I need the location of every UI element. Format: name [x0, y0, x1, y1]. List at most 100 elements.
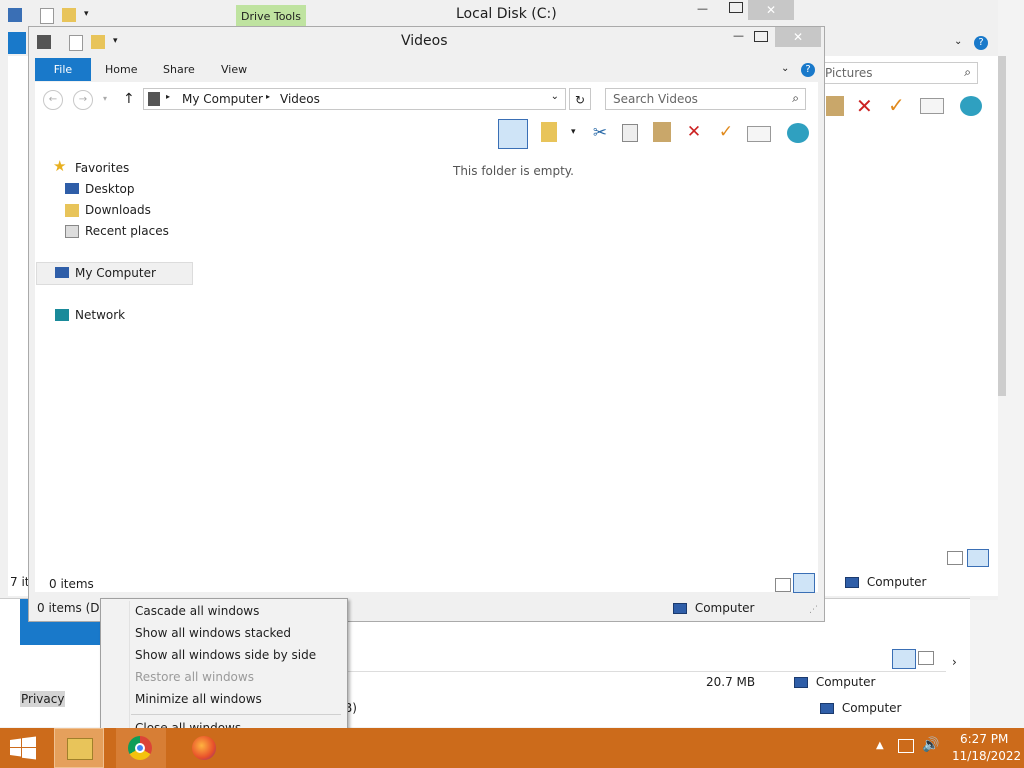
computer-icon — [845, 577, 859, 588]
search-box[interactable]: Search Videos ⌕ — [605, 88, 806, 110]
maximize-button[interactable] — [729, 2, 743, 13]
help-icon[interactable]: ? — [801, 63, 815, 77]
properties-icon[interactable] — [69, 35, 83, 51]
details-view-icon[interactable] — [947, 551, 963, 565]
breadcrumb-videos[interactable]: Videos — [280, 92, 320, 106]
search-placeholder: Pictures — [825, 66, 873, 80]
scroll-right-icon[interactable]: › — [952, 655, 957, 669]
desktop-icon — [65, 183, 79, 194]
videos-folder-icon — [148, 92, 160, 106]
status-bottom-text: 0 items (Dis — [37, 601, 110, 615]
clock-date[interactable]: 11/18/2022 — [952, 749, 1021, 763]
qa-dropdown-icon[interactable]: ▾ — [84, 9, 89, 19]
folder-options-dropdown-icon[interactable]: ▾ — [571, 127, 576, 137]
status-item-count: 0 items — [49, 577, 94, 591]
search-box[interactable]: Pictures ⌕ — [820, 62, 978, 84]
menu-item-stacked[interactable]: Show all windows stacked — [135, 626, 291, 640]
empty-folder-message: This folder is empty. — [453, 164, 574, 178]
search-icon: ⌕ — [792, 91, 799, 105]
computer-icon — [820, 703, 834, 714]
drive-icon[interactable] — [8, 8, 22, 22]
sidebar-item-my-computer[interactable]: My Computer — [75, 266, 156, 280]
toolbar-check-icon[interactable]: ✓ — [888, 93, 905, 117]
rename-icon[interactable] — [747, 126, 771, 142]
videos-folder-icon[interactable] — [37, 35, 51, 49]
menu-item-minimize[interactable]: Minimize all windows — [135, 692, 262, 706]
chrome-icon — [128, 736, 152, 760]
menu-item-side-by-side[interactable]: Show all windows side by side — [135, 648, 316, 662]
recent-places-icon — [65, 225, 79, 238]
ribbon-strip — [8, 32, 26, 54]
content-area — [35, 150, 818, 592]
tab-home[interactable]: Home — [105, 63, 137, 76]
tab-view[interactable]: View — [221, 63, 247, 76]
sidebar-item-network[interactable]: Network — [75, 308, 125, 322]
show-hidden-icons[interactable]: ▲ — [876, 740, 884, 751]
preview-pane-button[interactable] — [498, 119, 528, 149]
sidebar-item-downloads[interactable]: Downloads — [85, 203, 151, 217]
large-icons-view-icon[interactable] — [793, 573, 815, 593]
recent-dropdown-icon[interactable]: ▾ — [103, 94, 107, 103]
minimize-button[interactable]: — — [733, 29, 744, 42]
cut-icon[interactable]: ✂ — [589, 122, 611, 144]
close-button[interactable]: ✕ — [775, 27, 821, 47]
qa-dropdown-icon[interactable]: ▾ — [113, 36, 118, 46]
volume-icon[interactable]: 🔊 — [922, 737, 939, 753]
copy-icon[interactable] — [622, 124, 638, 142]
firefox-icon — [192, 736, 216, 760]
taskbar-chrome[interactable] — [116, 728, 166, 768]
help-icon[interactable]: ? — [974, 36, 988, 50]
breadcrumb-my-computer[interactable]: My Computer — [182, 92, 263, 106]
breadcrumb-sep-icon: ▸ — [166, 92, 171, 101]
up-button[interactable]: ↑ — [123, 91, 135, 107]
new-folder-icon[interactable] — [62, 8, 76, 22]
window-title: Local Disk (C:) — [456, 6, 557, 22]
refresh-button[interactable]: ↻ — [569, 88, 591, 110]
taskbar-file-explorer[interactable] — [54, 728, 104, 768]
toolbar-globe-icon[interactable] — [960, 96, 982, 116]
sidebar-item-favorites[interactable]: Favorites — [75, 161, 129, 175]
network-tray-icon[interactable] — [898, 739, 914, 753]
folder-options-icon[interactable] — [541, 122, 557, 142]
check-icon[interactable]: ✓ — [715, 121, 737, 143]
globe-icon[interactable] — [787, 123, 809, 143]
menu-item-cascade[interactable]: Cascade all windows — [135, 604, 259, 618]
privacy-link[interactable]: Privacy — [20, 691, 66, 707]
tab-file[interactable]: File — [35, 58, 91, 81]
address-dropdown-icon[interactable]: ⌄ — [551, 91, 559, 102]
address-bar[interactable]: ▸ My Computer ▸ Videos ⌄ — [143, 88, 566, 110]
network-icon — [55, 309, 69, 321]
ribbon-collapse-icon[interactable]: ⌄ — [781, 63, 789, 74]
large-icons-view-icon[interactable] — [918, 651, 934, 665]
delete-icon[interactable]: ✕ — [683, 121, 705, 143]
start-button[interactable] — [8, 736, 38, 760]
sidebar-item-recent-places[interactable]: Recent places — [85, 224, 169, 238]
status-location: Computer — [673, 601, 754, 615]
scrollbar[interactable] — [998, 56, 1006, 396]
maximize-button[interactable] — [754, 31, 768, 42]
properties-icon[interactable] — [40, 8, 54, 24]
minimize-button[interactable]: — — [697, 2, 725, 15]
my-computer-icon — [55, 267, 69, 278]
computer-icon — [794, 677, 808, 688]
close-button[interactable]: ✕ — [748, 0, 794, 20]
ribbon-collapse-icon[interactable]: ⌄ — [954, 36, 962, 47]
taskbar-firefox[interactable] — [180, 728, 230, 768]
window-title: Videos — [401, 33, 448, 49]
clock-time[interactable]: 6:27 PM — [960, 732, 1008, 746]
new-folder-icon[interactable] — [91, 35, 105, 49]
sidebar-item-desktop[interactable]: Desktop — [85, 182, 135, 196]
paste-icon[interactable] — [653, 122, 671, 142]
resize-grip-icon[interactable]: ⋰ — [809, 605, 818, 615]
status-location: Computer — [845, 575, 926, 589]
toolbar-delete-icon[interactable]: ✕ — [856, 94, 873, 118]
file-size: 20.7 MB — [706, 675, 756, 689]
large-icons-view-icon[interactable] — [967, 549, 989, 567]
details-view-icon[interactable] — [892, 649, 916, 669]
forward-button[interactable]: → — [73, 90, 93, 110]
tab-share[interactable]: Share — [163, 63, 195, 76]
back-button[interactable]: ← — [43, 90, 63, 110]
toolbar-paste-icon[interactable] — [826, 96, 844, 116]
details-view-icon[interactable] — [775, 578, 791, 592]
toolbar-rename-icon[interactable] — [920, 98, 944, 114]
